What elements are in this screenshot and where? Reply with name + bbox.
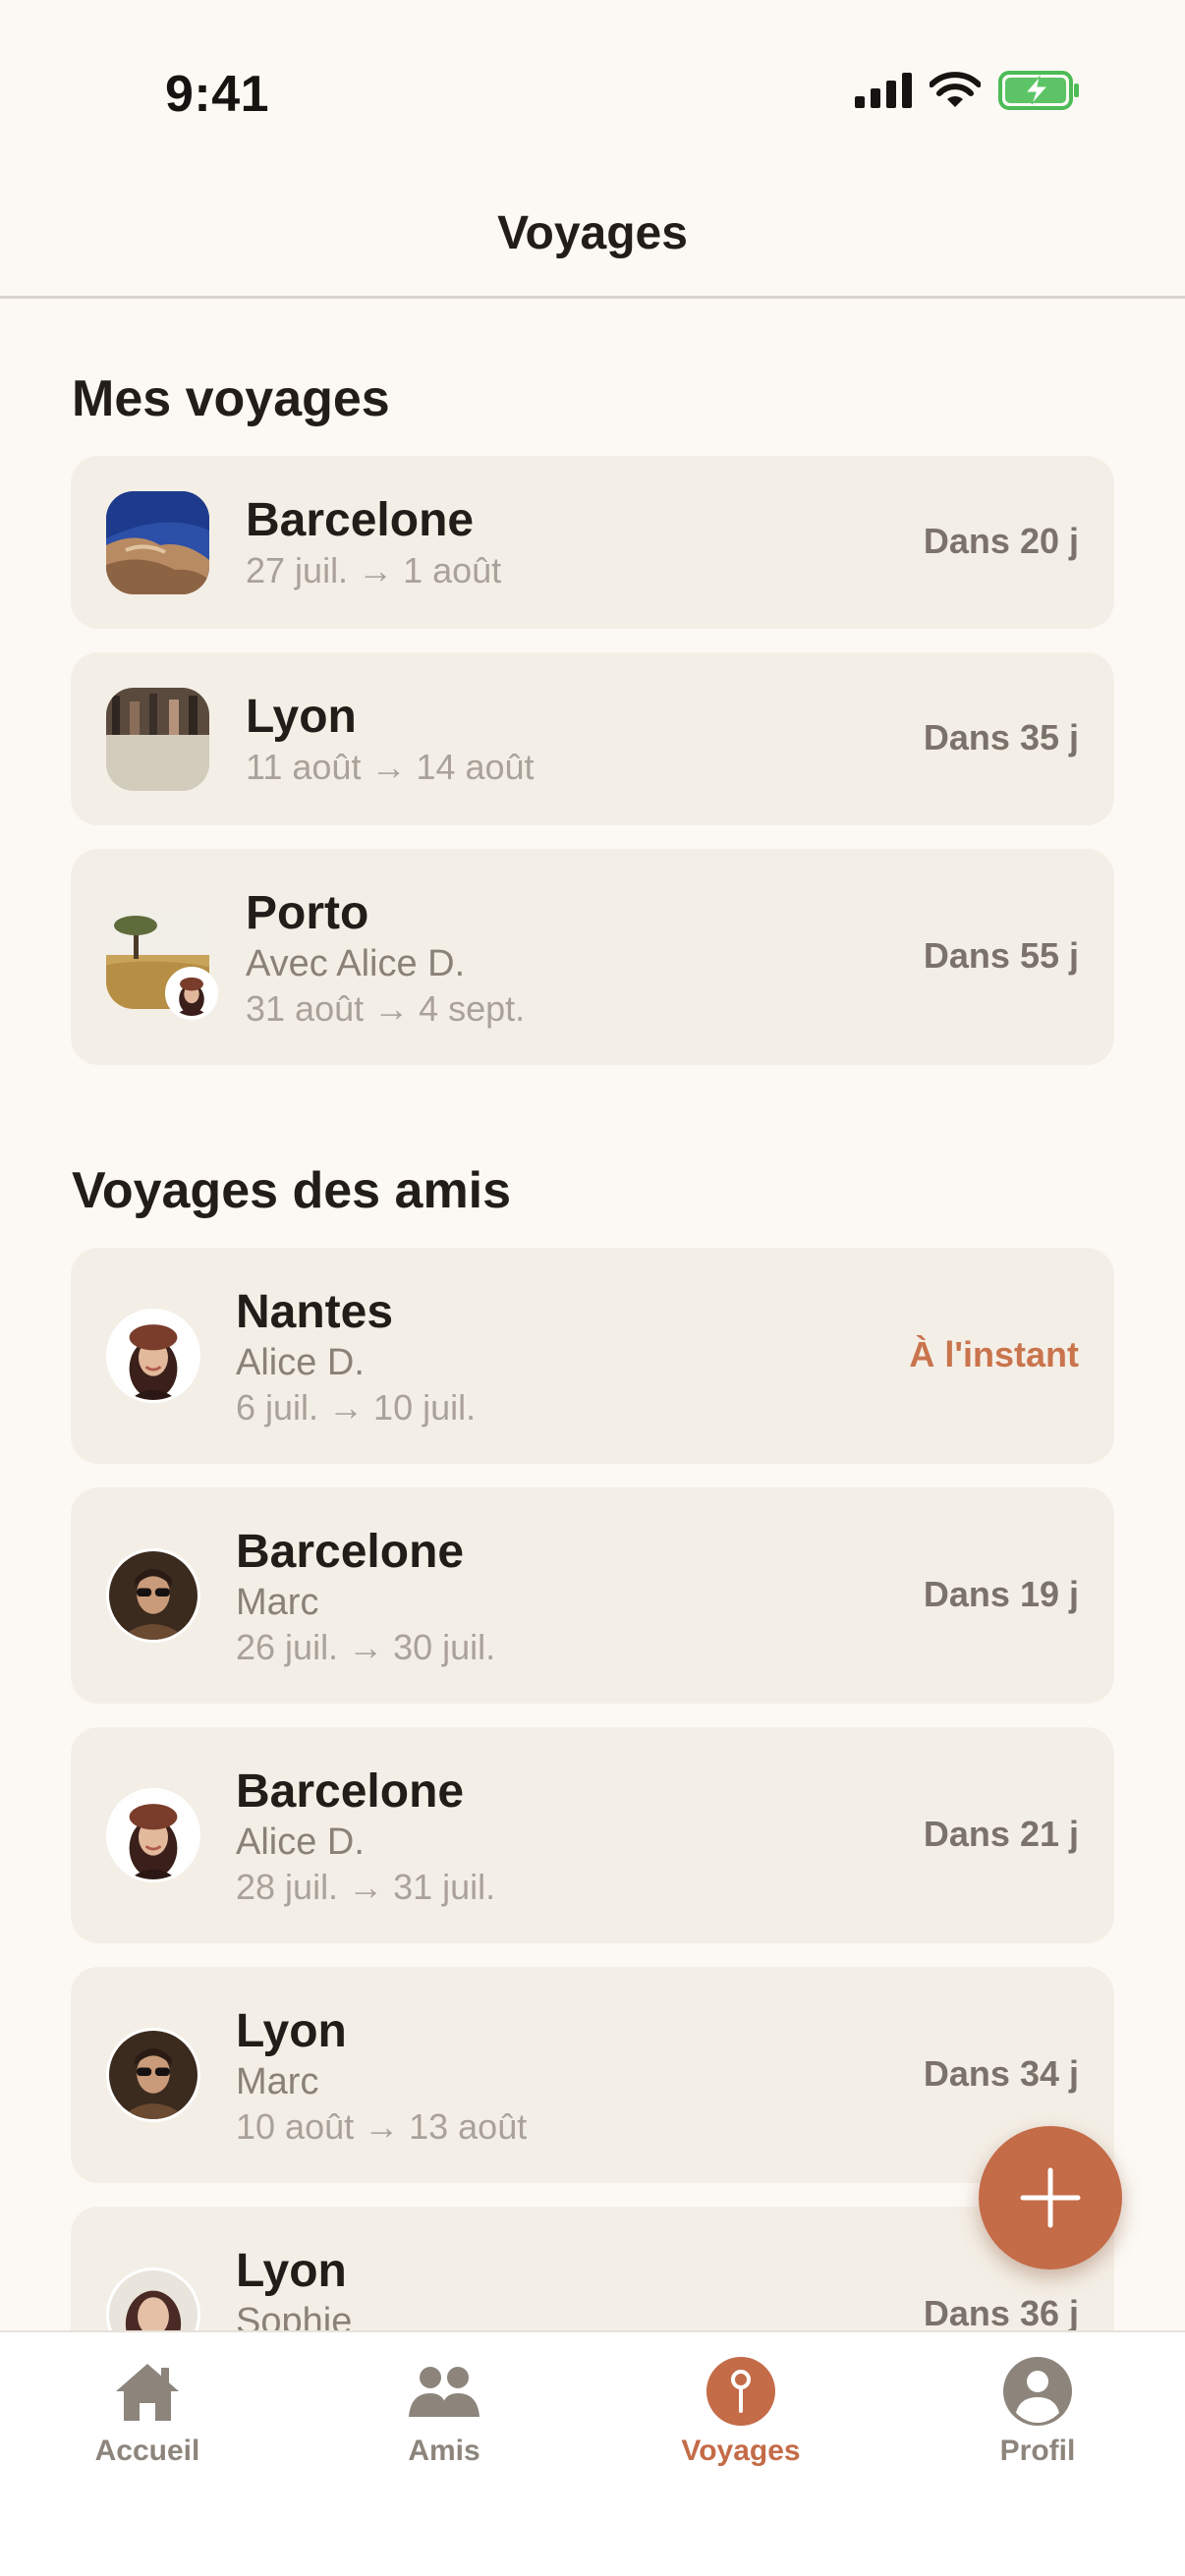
pin-icon — [702, 2356, 780, 2427]
friend-avatar — [106, 1788, 200, 1882]
tab-home[interactable]: Accueil — [29, 2356, 265, 2493]
friend-trip-card[interactable]: Barcelone Alice D. 28 juil. → 31 juil. D… — [71, 1727, 1114, 1943]
tab-trips[interactable]: Voyages — [623, 2356, 859, 2493]
trip-countdown: À l'instant — [909, 1334, 1079, 1374]
trip-city: Lyon — [236, 2005, 347, 2057]
section-title-my-trips: Mes voyages — [72, 370, 390, 427]
section-title-friends-trips: Voyages des amis — [72, 1162, 512, 1219]
status-icons — [855, 71, 1081, 110]
page-title: Voyages — [497, 207, 688, 259]
tab-label: Profil — [999, 2435, 1076, 2467]
trip-dates: 10 août → 13 août — [236, 2106, 528, 2147]
tab-friends[interactable]: Amis — [326, 2356, 562, 2493]
people-icon — [405, 2356, 483, 2427]
trip-city: Nantes — [236, 1286, 394, 1338]
trip-friend-name: Alice D. — [236, 1342, 365, 1383]
tab-label: Voyages — [681, 2435, 801, 2467]
wifi-icon — [930, 72, 981, 107]
trip-countdown: Dans 19 j — [923, 1574, 1079, 1614]
tab-label: Amis — [408, 2435, 480, 2467]
tab-bar: Accueil Amis Voyages Profil — [0, 2330, 1185, 2576]
trip-dates: 6 juil. → 10 juil. — [236, 1387, 477, 1428]
trip-city: Porto — [246, 887, 369, 939]
friend-avatar — [106, 1309, 200, 1403]
signal-icon — [855, 73, 912, 108]
nav-bar: Voyages — [0, 187, 1185, 299]
friend-trip-card[interactable]: Lyon Sophie Dans 36 j — [71, 2207, 1114, 2330]
my-trip-card[interactable]: Lyon 11 août → 14 août Dans 35 j — [71, 652, 1114, 825]
trip-friend-name: Marc — [236, 2061, 319, 2102]
companion-avatar — [165, 967, 218, 1020]
my-trip-card[interactable]: Barcelone 27 juil. → 1 août Dans 20 j — [71, 456, 1114, 629]
trip-city: Barcelone — [236, 1765, 465, 1818]
trip-dates: 11 août → 14 août — [246, 747, 535, 787]
plus-icon — [1020, 2167, 1081, 2228]
trip-dates: 26 juil. → 30 juil. — [236, 1627, 496, 1667]
trips-screen: 9:41 Voyages Mes voyages Barcelone 27 ju… — [0, 0, 1185, 2576]
status-bar: 9:41 — [0, 0, 1185, 147]
friend-trip-card[interactable]: Nantes Alice D. 6 juil. → 10 juil. À l'i… — [71, 1248, 1114, 1464]
friend-avatar — [106, 2268, 200, 2330]
trip-countdown: Dans 35 j — [923, 717, 1079, 757]
tab-label: Accueil — [94, 2435, 200, 2467]
battery-charging-icon — [998, 71, 1079, 110]
trips-list[interactable]: Mes voyages Barcelone 27 juil. → 1 août … — [0, 299, 1185, 2330]
status-time: 9:41 — [165, 66, 270, 123]
trip-friend-name: Alice D. — [236, 1821, 365, 1863]
trip-companion: Avec Alice D. — [246, 943, 466, 984]
add-trip-button[interactable] — [979, 2126, 1122, 2269]
my-trip-card[interactable]: Porto Avec Alice D. 31 août → 4 sept. Da… — [71, 849, 1114, 1065]
trip-countdown: Dans 20 j — [923, 521, 1079, 561]
trip-friend-name: Sophie — [236, 2301, 353, 2330]
trip-city: Barcelone — [236, 1526, 465, 1578]
trip-countdown: Dans 36 j — [923, 2293, 1079, 2330]
friend-avatar — [106, 1548, 200, 1643]
friend-avatar — [106, 2028, 200, 2122]
trip-countdown: Dans 55 j — [923, 935, 1079, 976]
trip-photo — [106, 491, 209, 594]
trip-city: Barcelone — [246, 494, 475, 546]
tab-profile[interactable]: Profil — [920, 2356, 1156, 2493]
trip-countdown: Dans 34 j — [923, 2053, 1079, 2094]
trip-dates: 31 août → 4 sept. — [246, 988, 526, 1029]
friend-trip-card[interactable]: Lyon Marc 10 août → 13 août Dans 34 j — [71, 1967, 1114, 2183]
trip-countdown: Dans 21 j — [923, 1814, 1079, 1854]
trip-city: Lyon — [236, 2245, 347, 2297]
trip-city: Lyon — [246, 691, 357, 743]
trip-dates: 27 juil. → 1 août — [246, 550, 502, 590]
trip-friend-name: Marc — [236, 1582, 319, 1623]
person-icon — [998, 2356, 1077, 2427]
house-icon — [108, 2356, 187, 2427]
friend-trip-card[interactable]: Barcelone Marc 26 juil. → 30 juil. Dans … — [71, 1487, 1114, 1704]
trip-photo — [106, 688, 209, 791]
trip-dates: 28 juil. → 31 juil. — [236, 1867, 496, 1907]
